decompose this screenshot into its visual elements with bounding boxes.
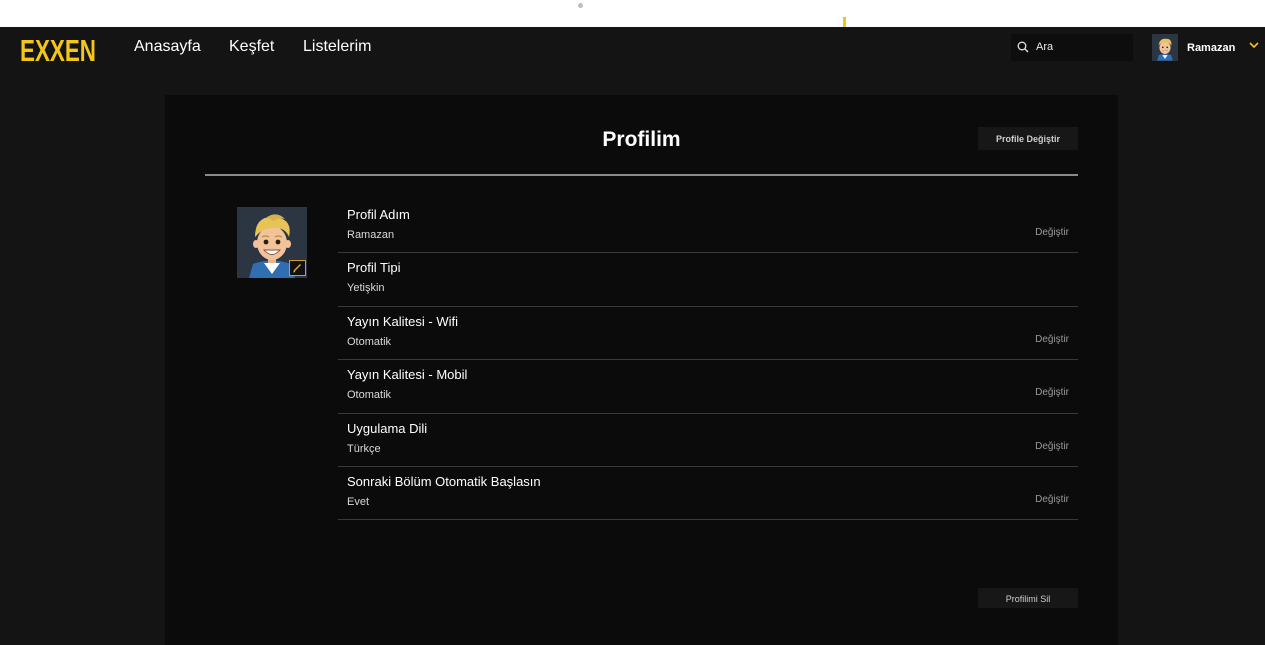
browser-top-strip xyxy=(0,0,1265,27)
nav-link-home[interactable]: Anasayfa xyxy=(134,38,201,56)
setting-value: Otomatik xyxy=(347,336,392,348)
nav-link-lists[interactable]: Listelerim xyxy=(303,38,371,56)
logo-text: EXXEN xyxy=(20,33,96,65)
chevron-down-icon[interactable] xyxy=(1249,41,1259,49)
indicator-mark xyxy=(843,17,846,27)
setting-label: Profil Adım xyxy=(347,207,410,222)
change-profile-button[interactable]: Profile Değiştir xyxy=(978,127,1078,150)
profile-settings-list: Profil Adım Ramazan Değiştir Profil Tipi… xyxy=(338,200,1078,520)
setting-value: Evet xyxy=(347,496,370,508)
setting-row-autoplay-next: Sonraki Bölüm Otomatik Başlasın Evet Değ… xyxy=(338,467,1078,520)
setting-value: Türkçe xyxy=(347,443,381,455)
user-name[interactable]: Ramazan xyxy=(1187,42,1235,54)
profile-panel: Profilim Profile Değiştir Profil Adım Ra… xyxy=(165,95,1118,645)
change-link[interactable]: Değiştir xyxy=(1035,387,1069,398)
setting-label: Profil Tipi xyxy=(347,260,401,275)
edit-avatar-button[interactable] xyxy=(289,260,306,276)
top-nav: EXXEN Anasayfa Keşfet Listelerim Ara Ram… xyxy=(0,27,1265,75)
search-icon xyxy=(1017,41,1029,53)
setting-row-quality-mobile: Yayın Kalitesi - Mobil Otomatik Değiştir xyxy=(338,360,1078,414)
profile-avatar[interactable] xyxy=(237,207,307,278)
app-root: EXXEN Anasayfa Keşfet Listelerim Ara Ram… xyxy=(0,27,1265,645)
delete-profile-button[interactable]: Profilimi Sil xyxy=(978,588,1078,608)
setting-row-app-language: Uygulama Dili Türkçe Değiştir xyxy=(338,414,1078,467)
change-link[interactable]: Değiştir xyxy=(1035,441,1069,452)
change-link[interactable]: Değiştir xyxy=(1035,227,1069,238)
title-divider xyxy=(205,174,1078,176)
setting-value: Ramazan xyxy=(347,229,395,241)
setting-label: Sonraki Bölüm Otomatik Başlasın xyxy=(347,474,541,489)
setting-label: Yayın Kalitesi - Wifi xyxy=(347,314,459,329)
pencil-icon xyxy=(293,264,301,273)
setting-row-profile-type: Profil Tipi Yetişkin xyxy=(338,253,1078,307)
search-box[interactable]: Ara xyxy=(1011,34,1133,61)
setting-value: Otomatik xyxy=(347,389,392,401)
setting-label: Yayın Kalitesi - Mobil xyxy=(347,367,468,382)
search-input[interactable]: Ara xyxy=(1036,41,1053,53)
setting-row-quality-wifi: Yayın Kalitesi - Wifi Otomatik Değiştir xyxy=(338,307,1078,360)
indicator-dot xyxy=(578,3,583,8)
change-link[interactable]: Değiştir xyxy=(1035,494,1069,505)
change-link[interactable]: Değiştir xyxy=(1035,334,1069,345)
nav-link-explore[interactable]: Keşfet xyxy=(229,38,274,56)
setting-label: Uygulama Dili xyxy=(347,421,428,436)
exxen-logo[interactable]: EXXEN xyxy=(20,33,98,65)
page-title: Profilim xyxy=(602,128,681,151)
setting-row-profile-name: Profil Adım Ramazan Değiştir xyxy=(338,200,1078,253)
user-avatar[interactable] xyxy=(1152,34,1178,61)
setting-value: Yetişkin xyxy=(347,282,385,294)
